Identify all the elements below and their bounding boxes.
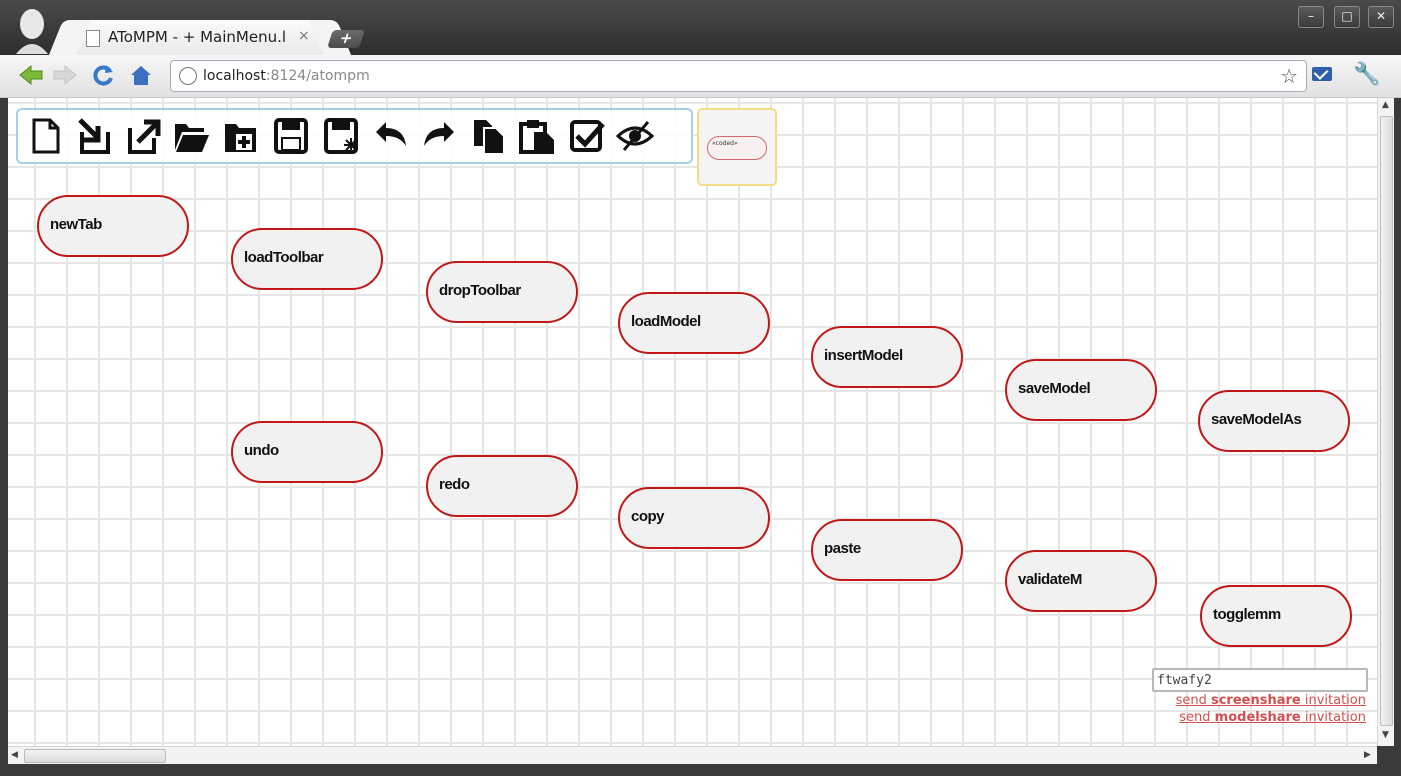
node-insert-model[interactable]: insertModel bbox=[811, 326, 963, 388]
back-icon[interactable] bbox=[18, 63, 44, 87]
insert-folder-icon[interactable] bbox=[222, 116, 260, 156]
node-label: togglemm bbox=[1213, 606, 1281, 623]
coded-toolbar: «coded» bbox=[697, 108, 777, 186]
browser-tab[interactable]: AToMPM - + MainMenu.l × bbox=[70, 20, 330, 55]
node-copy[interactable]: copy bbox=[618, 487, 770, 549]
mail-icon[interactable] bbox=[1312, 67, 1332, 81]
tab-title: AToMPM - + MainMenu.l bbox=[108, 28, 287, 46]
home-icon[interactable] bbox=[128, 63, 154, 87]
browser-titlebar: AToMPM - + MainMenu.l × + – □ ✕ bbox=[0, 0, 1401, 55]
redo-icon[interactable] bbox=[420, 116, 458, 156]
node-label: validateM bbox=[1018, 571, 1082, 588]
paste-icon[interactable] bbox=[518, 116, 556, 156]
browser-toolbar: localhost:8124/atompm ☆ 🔧 bbox=[0, 55, 1401, 98]
node-paste[interactable]: paste bbox=[811, 519, 963, 581]
wrench-icon[interactable]: 🔧 bbox=[1353, 62, 1380, 87]
reload-icon[interactable] bbox=[90, 63, 116, 87]
node-label: dropToolbar bbox=[439, 282, 521, 299]
toggle-visibility-icon[interactable] bbox=[616, 116, 654, 156]
node-label: copy bbox=[631, 508, 665, 525]
node-label: paste bbox=[824, 540, 861, 557]
horizontal-scroll-thumb[interactable] bbox=[24, 749, 166, 763]
coded-button[interactable]: «coded» bbox=[707, 136, 767, 160]
node-label: saveModelAs bbox=[1211, 411, 1302, 428]
share-username-input[interactable] bbox=[1152, 668, 1368, 692]
new-file-icon[interactable] bbox=[26, 116, 64, 156]
close-tab-icon[interactable]: × bbox=[298, 28, 310, 44]
scroll-down-icon[interactable]: ▼ bbox=[1382, 730, 1389, 740]
node-undo[interactable]: undo bbox=[231, 421, 383, 483]
open-folder-icon[interactable] bbox=[172, 116, 210, 156]
screenshare-invite-link[interactable]: send screenshare invitation bbox=[1152, 692, 1366, 709]
undo-icon[interactable] bbox=[372, 116, 410, 156]
node-drop-toolbar[interactable]: dropToolbar bbox=[426, 261, 578, 323]
new-tab-button[interactable]: + bbox=[327, 29, 365, 48]
vertical-scrollbar[interactable]: ▲ ▼ bbox=[1377, 98, 1394, 746]
close-window-button[interactable]: ✕ bbox=[1368, 6, 1394, 28]
node-label: newTab bbox=[50, 216, 102, 233]
node-save-model-as[interactable]: saveModelAs bbox=[1198, 390, 1350, 452]
node-label: loadModel bbox=[631, 313, 701, 330]
drop-toolbar-icon[interactable] bbox=[124, 116, 162, 156]
load-toolbar-icon[interactable] bbox=[76, 116, 114, 156]
url-text[interactable]: localhost:8124/atompm bbox=[203, 68, 370, 84]
node-validate[interactable]: validateM bbox=[1005, 550, 1157, 612]
node-redo[interactable]: redo bbox=[426, 455, 578, 517]
bookmark-star-icon[interactable]: ☆ bbox=[1280, 64, 1298, 88]
scroll-left-icon[interactable]: ◀ bbox=[11, 750, 18, 760]
node-load-model[interactable]: loadModel bbox=[618, 292, 770, 354]
maximize-button[interactable]: □ bbox=[1334, 6, 1360, 28]
vertical-scroll-thumb[interactable] bbox=[1380, 116, 1393, 726]
globe-icon bbox=[179, 67, 197, 85]
node-load-toolbar[interactable]: loadToolbar bbox=[231, 228, 383, 290]
node-togglemm[interactable]: togglemm bbox=[1200, 585, 1352, 647]
horizontal-scrollbar[interactable]: ◀ ▶ bbox=[8, 746, 1377, 765]
share-panel: send screenshare invitation send modelsh… bbox=[1152, 668, 1368, 726]
atompm-canvas[interactable]: «coded» newTab loadToolbar dropToolbar l… bbox=[8, 98, 1377, 746]
node-label: undo bbox=[244, 442, 279, 459]
page-icon bbox=[86, 30, 100, 47]
node-save-model[interactable]: saveModel bbox=[1005, 359, 1157, 421]
modelshare-invite-link[interactable]: send modelshare invitation bbox=[1152, 709, 1366, 726]
address-bar[interactable]: localhost:8124/atompm ☆ bbox=[170, 60, 1307, 92]
validate-icon[interactable] bbox=[568, 116, 606, 156]
copy-icon[interactable] bbox=[470, 116, 508, 156]
scroll-up-icon[interactable]: ▲ bbox=[1382, 100, 1389, 110]
scroll-right-icon[interactable]: ▶ bbox=[1364, 750, 1371, 760]
node-label: redo bbox=[439, 476, 470, 493]
main-menu-toolbar bbox=[16, 108, 693, 164]
save-icon[interactable] bbox=[272, 116, 310, 156]
user-avatar-icon[interactable] bbox=[14, 8, 50, 54]
window-border bbox=[0, 764, 1401, 776]
node-label: loadToolbar bbox=[244, 249, 324, 266]
node-label: insertModel bbox=[824, 347, 903, 364]
node-label: saveModel bbox=[1018, 380, 1091, 397]
coded-label: «coded» bbox=[712, 140, 738, 147]
save-as-icon[interactable] bbox=[322, 116, 360, 156]
minimize-button[interactable]: – bbox=[1298, 6, 1324, 28]
forward-icon[interactable] bbox=[52, 63, 78, 87]
node-new-tab[interactable]: newTab bbox=[37, 195, 189, 257]
